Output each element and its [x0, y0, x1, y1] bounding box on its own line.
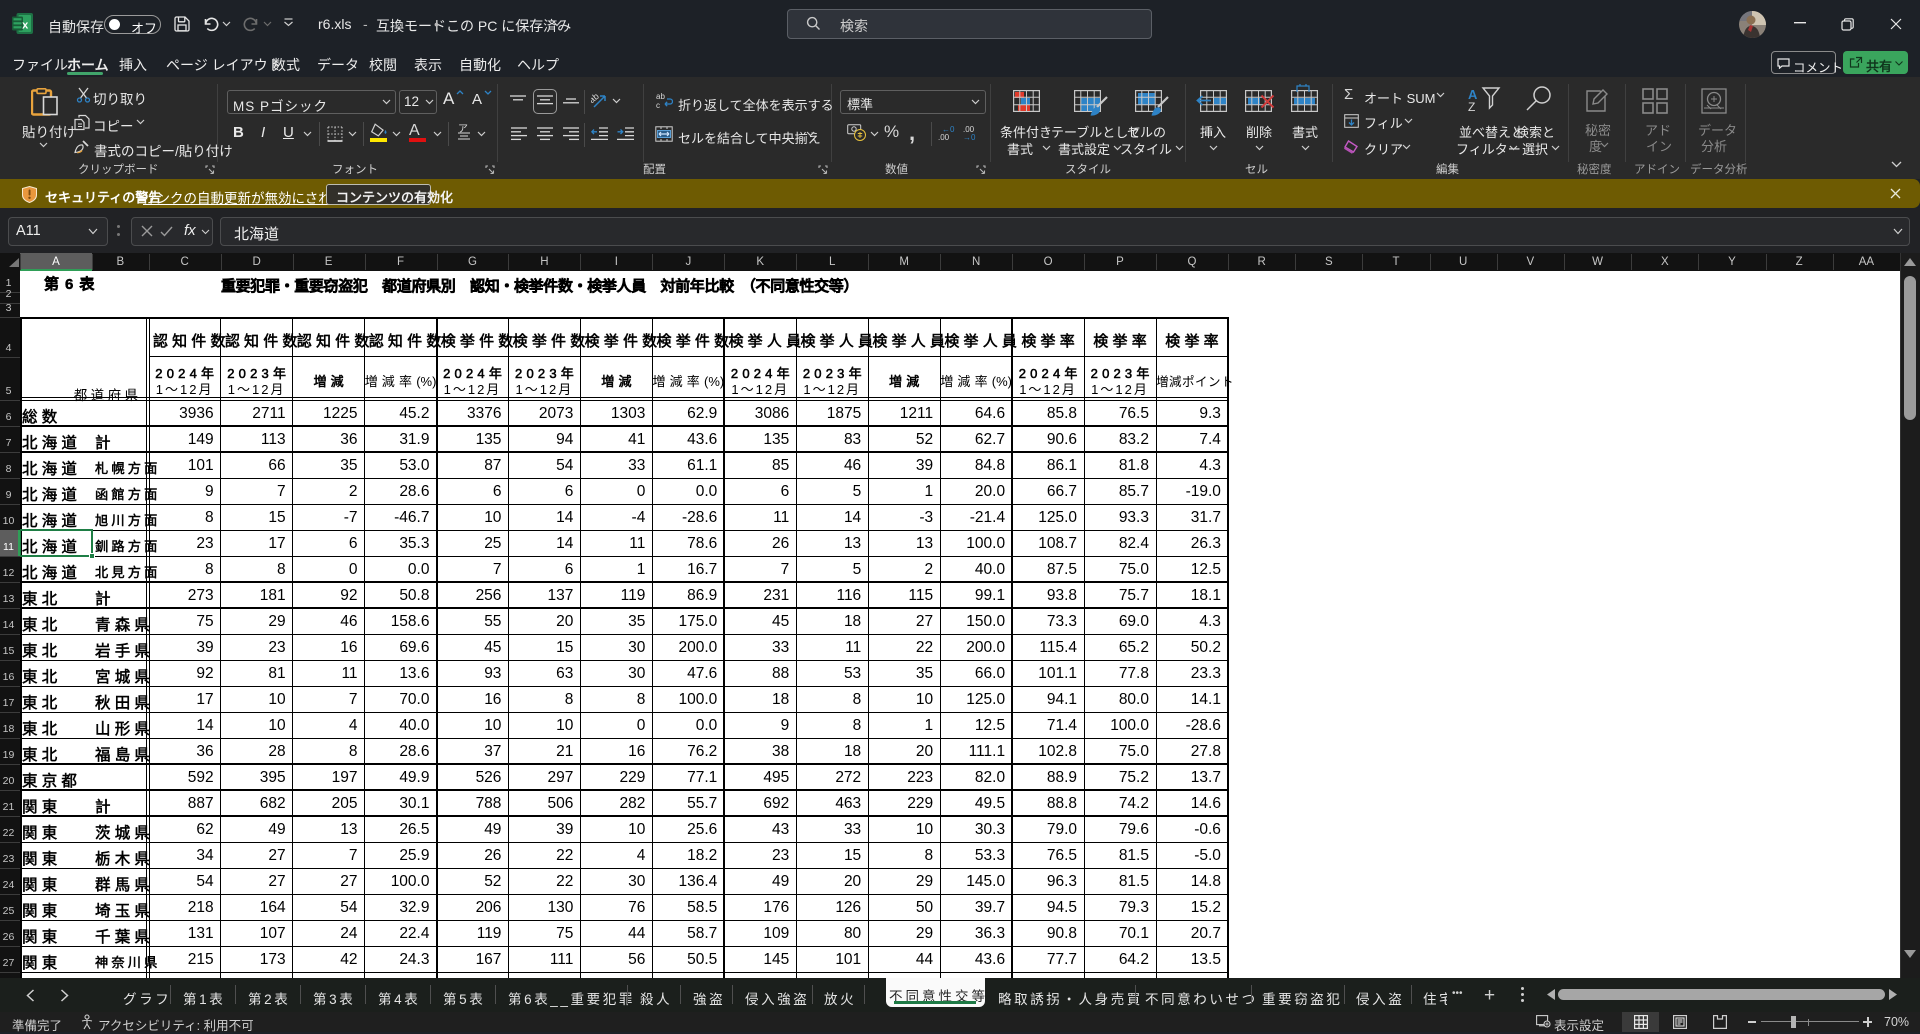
svg-text:ab: ab	[656, 92, 665, 101]
svg-text:→0: →0	[963, 133, 976, 141]
svg-text:.00: .00	[938, 133, 950, 141]
svg-text:c: c	[656, 101, 660, 109]
svg-text:ab: ab	[591, 92, 601, 105]
svg-text:x: x	[22, 19, 29, 31]
svg-text:Z: Z	[1468, 100, 1475, 112]
